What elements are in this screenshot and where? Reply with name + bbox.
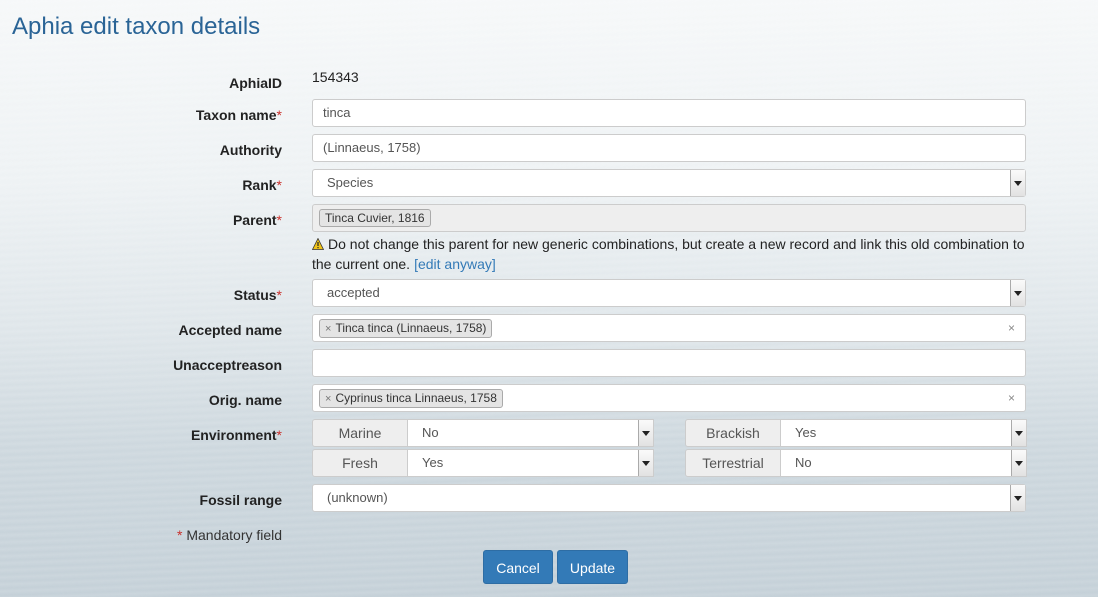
chevron-down-icon [638,420,653,446]
chevron-down-icon [1010,485,1025,511]
rank-value: Species [327,175,374,190]
status-value: accepted [327,285,380,300]
parent-tag: Tinca Cuvier, 1816 [319,209,431,227]
chevron-down-icon [638,450,653,476]
taxon-name-label: Taxon name* [195,107,282,123]
orig-name-label: Orig. name [208,392,282,408]
fresh-select[interactable]: Yes [408,449,654,477]
accepted-name-tag: × Tinca tinca (Linnaeus, 1758) [319,319,493,338]
warning-icon [312,238,324,250]
taxon-name-input[interactable]: tinca [312,99,1026,127]
authority-label: Authority [219,142,282,158]
fossil-range-select[interactable]: (unknown) [312,484,1026,512]
clear-icon[interactable]: × [1008,315,1015,341]
parent-warning: Do not change this parent for new generi… [312,234,1032,274]
cancel-button[interactable]: Cancel [483,550,553,584]
page-title: Aphia edit taxon details [12,13,261,40]
accepted-name-select[interactable]: × Tinca tinca (Linnaeus, 1758) × [312,314,1026,342]
parent-label: Parent* [232,212,282,228]
rank-label: Rank* [242,177,282,193]
accepted-name-label: Accepted name [178,322,282,338]
aphia-id-value: 154343 [312,69,359,85]
clear-icon[interactable]: × [1008,385,1015,411]
unacceptreason-input[interactable] [312,349,1026,377]
marine-select[interactable]: No [408,419,654,447]
brackish-select[interactable]: Yes [781,419,1027,447]
unacceptreason-label: Unacceptreason [173,357,282,373]
remove-tag-icon[interactable]: × [325,323,331,335]
update-button[interactable]: Update [557,550,628,584]
rank-select[interactable]: Species [312,169,1026,197]
remove-tag-icon[interactable]: × [325,393,331,405]
mandatory-note: * Mandatory field [177,527,283,543]
fossil-range-label: Fossil range [199,492,282,508]
marine-label: Marine [312,419,408,447]
status-label: Status* [233,287,282,303]
fresh-label: Fresh [312,449,408,477]
aphia-id-label: AphiaID [229,75,282,91]
environment-label: Environment* [190,427,282,443]
orig-name-tag: × Cyprinus tinca Linnaeus, 1758 [319,389,503,408]
chevron-down-icon [1010,280,1025,306]
terrestrial-label: Terrestrial [685,449,781,477]
status-select[interactable]: accepted [312,279,1026,307]
chevron-down-icon [1010,170,1025,196]
chevron-down-icon [1011,450,1026,476]
authority-input[interactable]: (Linnaeus, 1758) [312,134,1026,162]
chevron-down-icon [1011,420,1026,446]
orig-name-select[interactable]: × Cyprinus tinca Linnaeus, 1758 × [312,384,1026,412]
parent-field: Tinca Cuvier, 1816 [312,204,1026,232]
edit-anyway-link[interactable]: [edit anyway] [414,256,496,272]
brackish-label: Brackish [685,419,781,447]
terrestrial-select[interactable]: No [781,449,1027,477]
